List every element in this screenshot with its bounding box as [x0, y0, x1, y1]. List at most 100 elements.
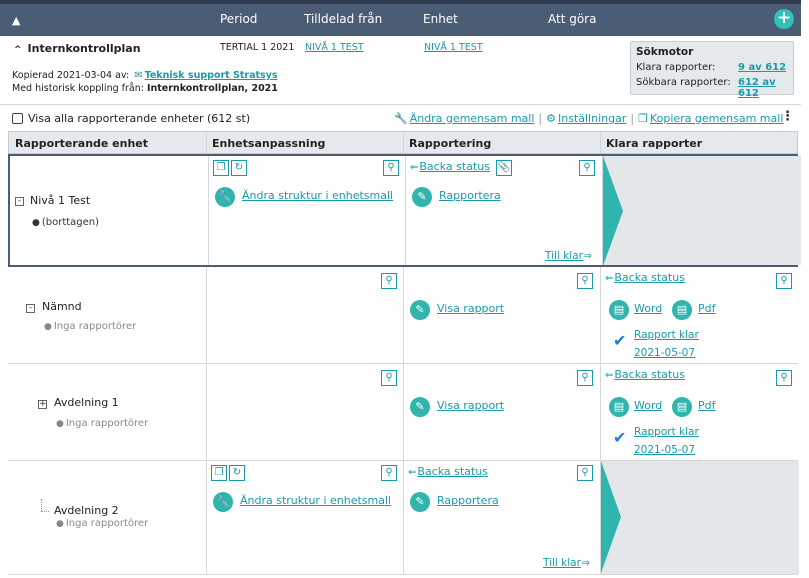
change-structure-link[interactable]: Ändra struktur i enhetsmall	[240, 494, 391, 507]
copy-structure-icon[interactable]: ❐	[213, 160, 229, 176]
person-icon: ●	[44, 322, 52, 332]
wrench-icon[interactable]: 🔧	[213, 492, 233, 512]
magnify-icon[interactable]: ⚲	[381, 465, 397, 481]
unit-name[interactable]: Avdelning 1	[54, 396, 119, 409]
show-all-label: Visa alla rapporterande enheter (612 st)	[28, 112, 251, 125]
report-ready-date[interactable]: 2021-05-07	[634, 347, 695, 359]
copied-info: Kopierad 2021-03-04 av: ✉ Teknisk support…	[12, 70, 278, 81]
back-status-link[interactable]: ⇐Backa status	[605, 271, 685, 284]
to-ready-link[interactable]: Till klar⇒	[543, 557, 590, 569]
word-link[interactable]: Word	[634, 399, 662, 412]
plan-assigned-link[interactable]: NIVÅ 1 TEST	[305, 42, 364, 53]
top-header: ▲ Period Tilldelad från Enhet Att göra +	[0, 0, 801, 36]
chevron-up-icon[interactable]: ^	[14, 45, 22, 55]
person-icon: ●	[56, 419, 64, 429]
mail-icon: ✉	[134, 70, 143, 81]
tree-collapse-icon[interactable]: -	[15, 197, 24, 206]
pencil-icon[interactable]: ✎	[410, 492, 430, 512]
wrench-icon: 🔧	[394, 112, 408, 125]
refresh-icon[interactable]: ↻	[231, 160, 247, 176]
pdf-doc-icon[interactable]: ▤	[672, 397, 692, 417]
attach-icon[interactable]: 📎	[496, 160, 512, 176]
pencil-icon[interactable]: ✎	[410, 397, 430, 417]
back-status-link[interactable]: ⇐Backa status	[605, 368, 685, 381]
searchable-reports-label: Sökbara rapporter:	[636, 77, 731, 88]
forward-arrow-icon	[603, 156, 623, 266]
back-status-link[interactable]: ⇐Backa status	[410, 160, 490, 173]
to-ready-link[interactable]: Till klar⇒	[545, 250, 592, 262]
word-link[interactable]: Word	[634, 302, 662, 315]
search-engine-title: Sökmotor	[636, 46, 694, 58]
view-report-link[interactable]: Visa rapport	[437, 302, 504, 315]
searchable-reports-link[interactable]: 612 av 612	[738, 77, 793, 99]
settings-button[interactable]: ⚙ Inställningar	[546, 112, 626, 125]
pencil-icon[interactable]: ✎	[410, 300, 430, 320]
magnify-icon[interactable]: ⚲	[381, 370, 397, 386]
view-report-link[interactable]: Visa rapport	[437, 399, 504, 412]
person-icon: ●	[56, 519, 64, 529]
gear-icon: ⚙	[546, 112, 556, 125]
ready-reports-label: Klara rapporter:	[636, 62, 716, 73]
th-unit-adaptation: Enhetsanpassning	[212, 137, 326, 150]
table-row[interactable]: Avdelning 2 ● Inga rapportörer ❐ ↻ ⚲ 🔧 Än…	[8, 461, 799, 575]
col-todo: Att göra	[548, 12, 597, 26]
col-period: Period	[220, 12, 258, 26]
plan-unit-link[interactable]: NIVÅ 1 TEST	[424, 42, 483, 53]
magnify-icon[interactable]: ⚲	[577, 370, 593, 386]
copied-by-link[interactable]: Teknisk support Stratsys	[145, 70, 278, 81]
checkmark-icon: ✔	[613, 428, 627, 447]
unit-name[interactable]: Nivå 1 Test	[30, 194, 90, 207]
word-doc-icon[interactable]: ▤	[609, 397, 629, 417]
report-ready-date[interactable]: 2021-05-07	[634, 444, 695, 456]
table-row[interactable]: + Avdelning 1 ● Inga rapportörer ⚲ ⚲ ✎ Vi…	[8, 364, 798, 461]
pdf-link[interactable]: Pdf	[698, 302, 716, 315]
change-template-button[interactable]: 🔧 Ändra gemensam mall	[394, 112, 534, 125]
change-structure-link[interactable]: Ändra struktur i enhetsmall	[242, 189, 393, 202]
history-info: Med historisk koppling från: Internkontr…	[12, 83, 278, 94]
show-all-units[interactable]: Visa alla rapporterande enheter (612 st)	[12, 112, 250, 125]
template-toolbar: 🔧 Ändra gemensam mall | ⚙ Inställningar | …	[394, 112, 784, 125]
plus-circle-icon[interactable]: +	[774, 9, 794, 29]
collapse-all-icon[interactable]: ▲	[12, 14, 20, 27]
wrench-icon[interactable]: 🔧	[215, 187, 235, 207]
more-menu-icon[interactable]: ⋮	[781, 110, 794, 123]
magnify-icon[interactable]: ⚲	[577, 273, 593, 289]
person-icon: ●	[32, 218, 40, 228]
pdf-doc-icon[interactable]: ▤	[672, 300, 692, 320]
ready-reports-link[interactable]: 9 av 612	[738, 62, 786, 73]
unit-name[interactable]: Nämnd	[42, 300, 82, 313]
plan-title[interactable]: ^ Internkontrollplan	[14, 42, 141, 55]
magnify-icon[interactable]: ⚲	[776, 370, 792, 386]
magnify-icon[interactable]: ⚲	[381, 273, 397, 289]
table-row[interactable]: - Nivå 1 Test ● (borttagen) ❐ ↻ ⚲ 🔧 Ändra…	[8, 154, 801, 267]
report-ready-link[interactable]: Rapport klar	[634, 426, 699, 438]
unit-sub: ● Inga rapportörer	[56, 418, 149, 429]
th-reporting-unit: Rapporterande enhet	[15, 137, 149, 150]
magnify-icon[interactable]: ⚲	[579, 160, 595, 176]
table-row[interactable]: - Nämnd ● Inga rapportörer ⚲ ⚲ ✎ Visa rap…	[8, 267, 798, 364]
magnify-icon[interactable]: ⚲	[577, 465, 593, 481]
pdf-link[interactable]: Pdf	[698, 399, 716, 412]
forward-arrow-icon	[601, 461, 621, 573]
report-ready-link[interactable]: Rapport klar	[634, 329, 699, 341]
report-link[interactable]: Rapportera	[439, 189, 501, 202]
search-engine-box: Sökmotor Klara rapporter: 9 av 612 Sökba…	[630, 41, 794, 99]
arrow-right-icon: ⇒	[580, 557, 590, 569]
back-status-link[interactable]: ⇐Backa status	[408, 465, 488, 478]
refresh-icon[interactable]: ↻	[229, 465, 245, 481]
th-ready-reports: Klara rapporter	[606, 137, 703, 150]
tree-expand-icon[interactable]: +	[38, 400, 47, 409]
copy-structure-icon[interactable]: ❐	[211, 465, 227, 481]
word-doc-icon[interactable]: ▤	[609, 300, 629, 320]
magnify-icon[interactable]: ⚲	[383, 160, 399, 176]
tree-collapse-icon[interactable]: -	[26, 304, 35, 313]
pencil-icon[interactable]: ✎	[412, 187, 432, 207]
arrow-left-icon: ⇐	[408, 467, 417, 478]
copy-template-button[interactable]: ❐ Kopiera gemensam mall	[638, 112, 783, 125]
report-link[interactable]: Rapportera	[437, 494, 499, 507]
show-all-checkbox[interactable]	[12, 113, 23, 124]
plan-period: TERTIAL 1 2021	[220, 42, 295, 53]
unit-name[interactable]: Avdelning 2	[54, 504, 119, 517]
magnify-icon[interactable]: ⚲	[776, 273, 792, 289]
checkmark-icon: ✔	[613, 331, 627, 350]
